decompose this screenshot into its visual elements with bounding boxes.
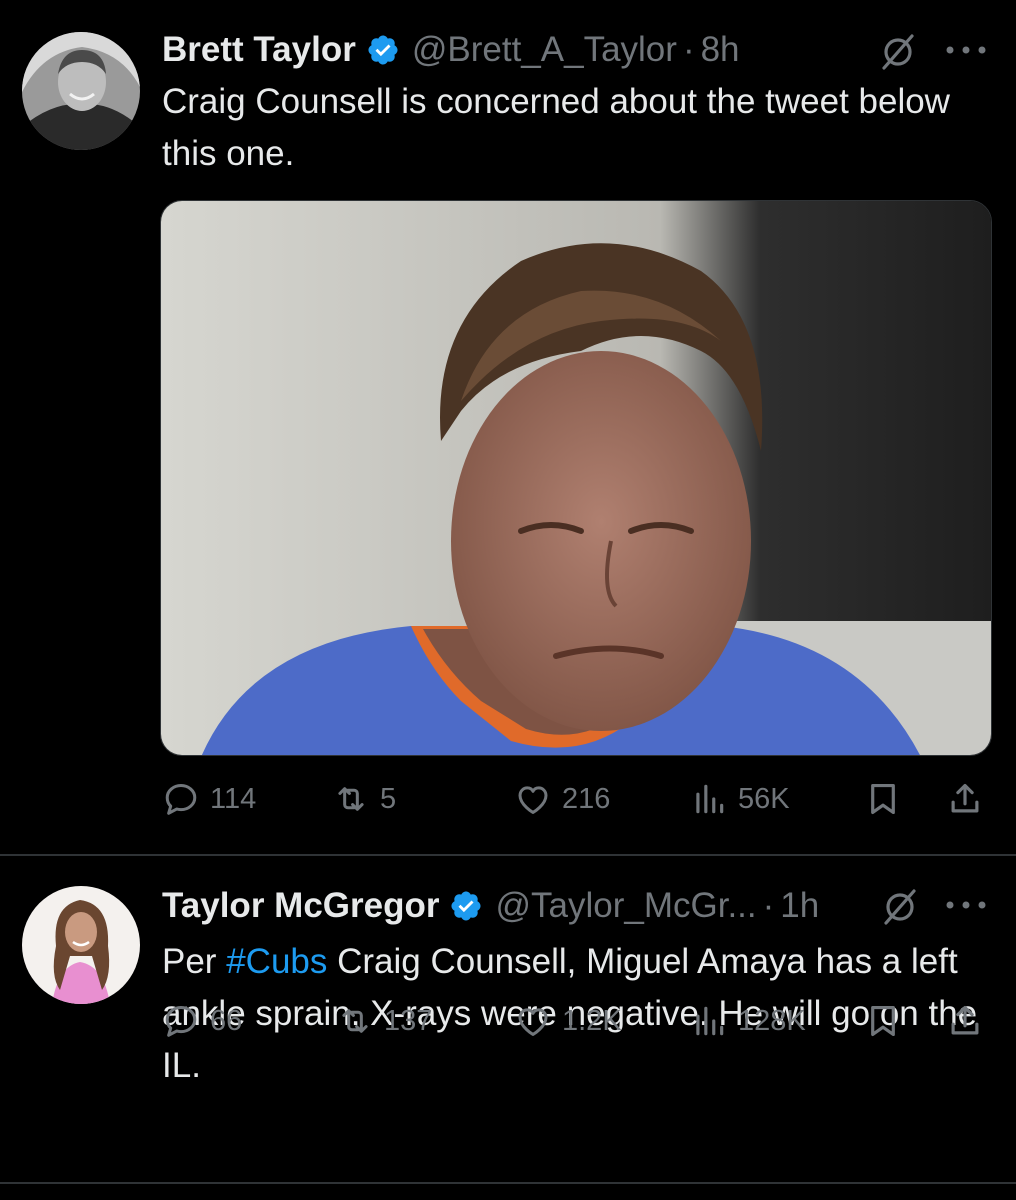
- like-icon: [518, 1008, 548, 1036]
- reply-button[interactable]: 66: [162, 996, 242, 1046]
- tweet-text: Craig Counsell is concerned about the tw…: [162, 82, 950, 173]
- author-name[interactable]: Brett Taylor: [162, 30, 356, 70]
- views-count: 56K: [738, 782, 790, 815]
- tweet-text-start: Per: [162, 942, 227, 981]
- reply-count: 66: [210, 1004, 243, 1037]
- timestamp[interactable]: 1h: [780, 886, 819, 926]
- bookmark-button[interactable]: [864, 774, 902, 824]
- tweet[interactable]: Taylor McGregor @Taylor_McGr... · 1h Per…: [0, 858, 1016, 1184]
- share-button[interactable]: [946, 774, 984, 824]
- avatar[interactable]: [22, 886, 140, 1004]
- views-button[interactable]: 128K: [690, 996, 806, 1046]
- tweet-actions: 114 5 216 56K: [0, 774, 1016, 824]
- separator-dot: ·: [682, 30, 695, 69]
- author-handle[interactable]: @Taylor_McGr...: [495, 886, 756, 926]
- like-button[interactable]: 1.2K: [514, 996, 622, 1046]
- separator-dot: ·: [762, 886, 775, 925]
- timestamp[interactable]: 8h: [701, 30, 740, 70]
- tweet-actions: 66 137 1.2K 128K: [0, 996, 1016, 1046]
- tweet-header: Brett Taylor @Brett_A_Taylor · 8h: [162, 28, 740, 72]
- repost-icon: [342, 1009, 368, 1033]
- share-button[interactable]: [946, 996, 984, 1046]
- like-count: 216: [562, 782, 611, 815]
- reply-icon: [165, 784, 197, 815]
- bookmark-icon: [871, 783, 895, 815]
- repost-count: 5: [380, 782, 397, 815]
- like-icon: [518, 786, 548, 814]
- like-count: 1.2K: [562, 1004, 622, 1037]
- repost-icon: [338, 787, 364, 811]
- reply-button[interactable]: 114: [162, 774, 256, 824]
- views-icon: [696, 784, 724, 814]
- reply-icon: [165, 1006, 197, 1037]
- repost-count: 137: [384, 1004, 433, 1037]
- author-handle[interactable]: @Brett_A_Taylor: [412, 30, 677, 70]
- like-button[interactable]: 216: [514, 774, 610, 824]
- tweet-header: Taylor McGregor @Taylor_McGr... · 1h: [162, 884, 819, 928]
- tweet-photo[interactable]: [160, 200, 992, 756]
- reply-count: 114: [210, 782, 257, 815]
- repost-button[interactable]: 5: [332, 774, 396, 824]
- share-icon: [951, 783, 979, 813]
- views-count: 128K: [738, 1004, 806, 1037]
- more-icon[interactable]: [944, 899, 988, 911]
- share-icon: [951, 1005, 979, 1035]
- bookmark-icon: [871, 1005, 895, 1037]
- avatar[interactable]: [22, 32, 140, 150]
- tweet[interactable]: Brett Taylor @Brett_A_Taylor · 8h Craig …: [0, 0, 1016, 856]
- grok-icon[interactable]: [878, 32, 918, 72]
- verified-badge-icon: [368, 35, 398, 65]
- views-icon: [696, 1006, 724, 1036]
- views-button[interactable]: 56K: [690, 774, 790, 824]
- grok-icon[interactable]: [880, 887, 920, 927]
- hashtag-link[interactable]: #Cubs: [226, 942, 327, 981]
- author-name[interactable]: Taylor McGregor: [162, 886, 439, 926]
- repost-button[interactable]: 137: [336, 996, 432, 1046]
- more-icon[interactable]: [944, 44, 988, 56]
- verified-badge-icon: [451, 891, 482, 921]
- bookmark-button[interactable]: [864, 996, 902, 1046]
